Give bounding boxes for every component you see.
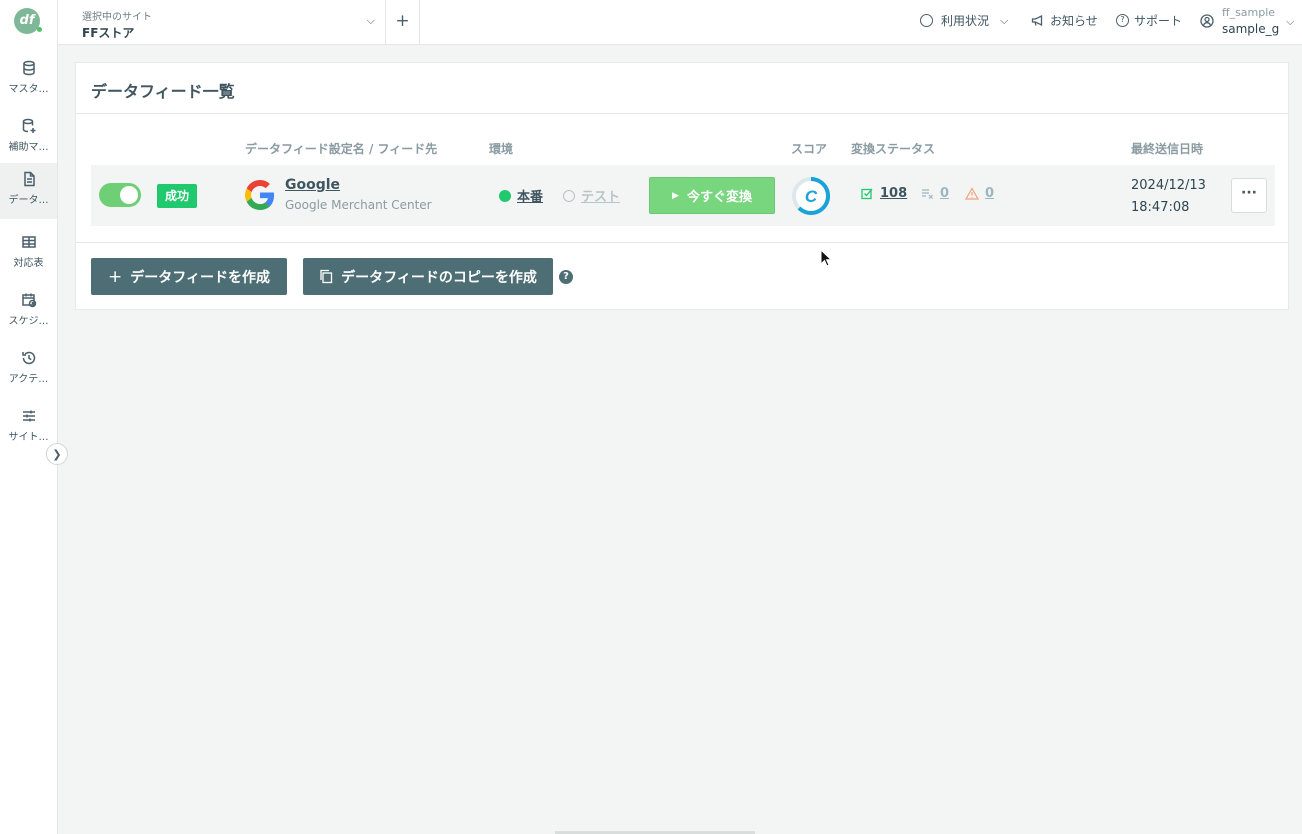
database-icon bbox=[22, 60, 35, 76]
env-production-label: 本番 bbox=[517, 190, 544, 205]
sliders-icon bbox=[22, 410, 35, 422]
support-link[interactable]: ? サポート bbox=[1116, 12, 1182, 29]
help-icon[interactable]: ? bbox=[559, 270, 573, 284]
check-square-icon bbox=[861, 188, 873, 200]
copy-datafeed-button[interactable]: データフィードのコピーを作成 bbox=[303, 258, 553, 295]
mouse-cursor-icon bbox=[820, 249, 832, 267]
user-menu[interactable]: ff_sample sample_g ⌵ bbox=[1198, 5, 1302, 41]
warning-triangle-icon bbox=[965, 187, 979, 200]
plus-icon: + bbox=[108, 266, 123, 287]
play-icon: ▶ bbox=[672, 190, 679, 201]
divider bbox=[76, 242, 1288, 243]
copy-icon bbox=[320, 269, 333, 284]
error-count: 0 bbox=[940, 186, 950, 201]
help-circle-icon: ? bbox=[1116, 14, 1129, 27]
calendar-clock-icon bbox=[21, 293, 36, 308]
chevron-down-icon: ⌵ bbox=[1000, 13, 1009, 27]
sidebar-item-label: スケジ… bbox=[8, 316, 49, 327]
convert-now-button[interactable]: ▶ 今すぐ変換 bbox=[649, 177, 775, 214]
convert-now-label: 今すぐ変換 bbox=[686, 190, 752, 205]
table-icon bbox=[21, 236, 36, 248]
column-header-name: データフィード設定名 / フィード先 bbox=[245, 142, 438, 156]
document-icon bbox=[23, 171, 35, 187]
sidebar: df マスタ… 補助マ… データ… 対応表 スケジ… アクテ… サイト… bbox=[0, 0, 58, 834]
support-label: サポート bbox=[1134, 14, 1183, 28]
warning-count-link[interactable]: 0 bbox=[965, 186, 994, 201]
plus-icon: + bbox=[395, 11, 410, 31]
sidebar-item-sub-master[interactable]: 補助マ… bbox=[0, 110, 57, 166]
google-logo-icon bbox=[245, 180, 275, 210]
sidebar-item-label: サイト… bbox=[8, 432, 49, 443]
column-header-env: 環境 bbox=[489, 142, 514, 156]
usage-label: 利用状況 bbox=[941, 14, 990, 28]
sidebar-item-mapping[interactable]: 対応表 bbox=[0, 226, 57, 282]
app-logo[interactable]: df bbox=[14, 8, 42, 34]
create-datafeed-button[interactable]: + データフィードを作成 bbox=[91, 258, 287, 295]
feed-name-link[interactable]: Google bbox=[285, 177, 340, 193]
sidebar-item-master[interactable]: マスタ… bbox=[0, 52, 57, 108]
radio-unselected-icon bbox=[563, 189, 575, 202]
sidebar-item-label: マスタ… bbox=[8, 84, 49, 95]
last-sent-date: 2024/12/13 bbox=[1131, 178, 1206, 193]
feed-enabled-toggle[interactable] bbox=[99, 183, 141, 207]
sidebar-item-label: データ… bbox=[8, 195, 49, 206]
last-sent-time: 18:47:08 bbox=[1131, 200, 1190, 215]
usage-menu[interactable]: 利用状況 ⌵ bbox=[920, 12, 1008, 29]
success-count: 108 bbox=[880, 186, 908, 201]
divider bbox=[76, 113, 1288, 114]
radio-selected-icon bbox=[499, 189, 511, 202]
ellipsis-icon: ··· bbox=[1241, 185, 1257, 201]
table-row: 成功 Google Google Merchant Center 本番 テスト … bbox=[91, 165, 1275, 226]
megaphone-icon bbox=[1031, 14, 1043, 27]
top-header: 選択中のサイト FFストア ⌵ + 利用状況 ⌵ お知らせ ? サポート ff_… bbox=[58, 0, 1302, 45]
site-selector[interactable]: 選択中のサイト FFストア ⌵ bbox=[58, 0, 386, 44]
create-datafeed-label: データフィードを作成 bbox=[130, 269, 270, 286]
site-name: FFストア bbox=[82, 26, 135, 40]
error-count-link[interactable]: 0 bbox=[921, 186, 949, 201]
datafeed-list-card: データフィード一覧 データフィード設定名 / フィード先 環境 スコア 変換ステ… bbox=[75, 62, 1289, 310]
last-sent-datetime: 2024/12/13 18:47:08 bbox=[1131, 175, 1206, 219]
history-icon bbox=[21, 351, 35, 365]
score-grade: C bbox=[805, 187, 818, 206]
user-id: ff_sample bbox=[1222, 6, 1276, 19]
score-ring[interactable]: C bbox=[791, 176, 831, 216]
page-title: データフィード一覧 bbox=[91, 82, 235, 101]
feed-destination: Google Merchant Center bbox=[285, 198, 432, 212]
database-plus-icon bbox=[22, 118, 35, 133]
news-link[interactable]: お知らせ bbox=[1031, 12, 1098, 29]
success-count-link[interactable]: 108 bbox=[861, 186, 907, 201]
add-site-button[interactable]: + bbox=[386, 0, 420, 44]
warning-count: 0 bbox=[985, 186, 995, 201]
user-name: sample_g bbox=[1222, 22, 1280, 36]
chevron-down-icon: ⌵ bbox=[1286, 15, 1295, 28]
chevron-right-icon: ❯ bbox=[52, 447, 62, 461]
status-badge: 成功 bbox=[157, 184, 197, 208]
chevron-down-icon: ⌵ bbox=[366, 14, 375, 27]
gauge-icon bbox=[920, 14, 933, 27]
column-header-status: 変換ステータス bbox=[851, 142, 936, 156]
copy-datafeed-label: データフィードのコピーを作成 bbox=[341, 269, 537, 286]
sidebar-item-activity[interactable]: アクテ… bbox=[0, 342, 57, 398]
site-caption: 選択中のサイト bbox=[82, 12, 152, 23]
more-options-button[interactable]: ··· bbox=[1231, 178, 1267, 213]
env-production-option[interactable]: 本番 bbox=[499, 186, 543, 205]
sidebar-expand-button[interactable]: ❯ bbox=[46, 443, 68, 465]
column-header-last-sent: 最終送信日時 bbox=[1131, 142, 1204, 156]
news-label: お知らせ bbox=[1050, 14, 1098, 28]
sidebar-item-datafeed[interactable]: データ… bbox=[0, 163, 57, 219]
sidebar-item-schedule[interactable]: スケジ… bbox=[0, 284, 57, 340]
column-header-score: スコア bbox=[791, 142, 828, 156]
sidebar-item-label: アクテ… bbox=[8, 374, 49, 385]
user-icon bbox=[1200, 14, 1214, 28]
sidebar-item-label: 対応表 bbox=[13, 258, 44, 269]
env-test-label: テスト bbox=[581, 190, 621, 205]
sidebar-item-label: 補助マ… bbox=[8, 142, 49, 153]
env-test-option[interactable]: テスト bbox=[563, 186, 620, 205]
list-error-icon bbox=[922, 189, 933, 199]
